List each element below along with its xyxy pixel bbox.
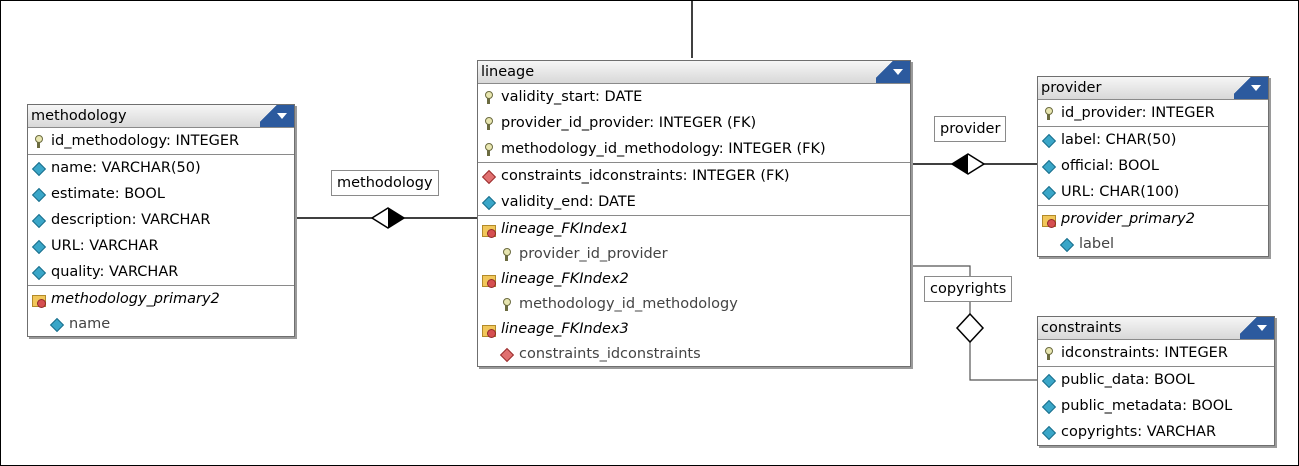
key-icon <box>1042 346 1055 360</box>
index-row[interactable]: lineage_FKIndex3 <box>478 316 910 342</box>
chevron-down-icon[interactable] <box>260 105 294 127</box>
column-row[interactable]: id_methodology: INTEGER <box>28 128 294 154</box>
index-row[interactable]: provider_primary2 <box>1038 206 1268 232</box>
attribute-icon <box>1042 426 1055 439</box>
entity-title: constraints <box>1041 320 1122 336</box>
attribute-icon <box>1042 186 1055 199</box>
column-row[interactable]: public_data: BOOL <box>1038 367 1274 393</box>
entity-header[interactable]: provider <box>1038 77 1268 100</box>
relation-label-methodology: methodology <box>331 170 439 196</box>
relation-label-copyrights: copyrights <box>924 276 1013 302</box>
column-row[interactable]: copyrights: VARCHAR <box>1038 419 1274 445</box>
key-icon <box>482 116 495 130</box>
column-row[interactable]: constraints_idconstraints: INTEGER (FK) <box>478 163 910 189</box>
column-row[interactable]: methodology_id_methodology: INTEGER (FK) <box>478 136 910 162</box>
attribute-icon <box>32 188 45 201</box>
chevron-down-icon[interactable] <box>1234 77 1268 99</box>
index-field-row: provider_id_provider <box>478 242 910 266</box>
attribute-icon <box>32 162 45 175</box>
entity-title: lineage <box>481 64 535 80</box>
attribute-icon <box>1042 374 1055 387</box>
attribute-icon <box>50 318 63 331</box>
column-row[interactable]: URL: VARCHAR <box>28 233 294 259</box>
column-row[interactable]: estimate: BOOL <box>28 181 294 207</box>
column-row[interactable]: validity_start: DATE <box>478 84 910 110</box>
index-icon <box>482 323 496 338</box>
attribute-icon <box>32 266 45 279</box>
index-row[interactable]: methodology_primary2 <box>28 286 294 312</box>
chevron-down-icon[interactable] <box>876 61 910 83</box>
copyrights-relation-diamond <box>955 312 985 344</box>
entity-header[interactable]: methodology <box>28 105 294 128</box>
index-icon <box>1042 213 1056 228</box>
chevron-down-icon[interactable] <box>1240 317 1274 339</box>
attribute-icon <box>1042 134 1055 147</box>
index-icon <box>482 223 496 238</box>
column-row[interactable]: provider_id_provider: INTEGER (FK) <box>478 110 910 136</box>
entity-constraints[interactable]: constraints idconstraints: INTEGER publi… <box>1037 316 1275 446</box>
index-field-row: methodology_id_methodology <box>478 292 910 316</box>
attribute-icon <box>32 214 45 227</box>
key-icon <box>500 247 513 261</box>
key-icon <box>482 142 495 156</box>
index-row[interactable]: lineage_FKIndex1 <box>478 216 910 242</box>
column-row[interactable]: label: CHAR(50) <box>1038 127 1268 153</box>
key-icon <box>500 297 513 311</box>
relation-label-provider: provider <box>934 116 1007 142</box>
index-field-row: name <box>28 312 294 336</box>
entity-methodology[interactable]: methodology id_methodology: INTEGER name… <box>27 104 295 337</box>
methodology-relation-diamond-fill <box>388 208 404 228</box>
column-row[interactable]: idconstraints: INTEGER <box>1038 340 1274 366</box>
index-icon <box>32 293 46 308</box>
attribute-icon <box>1042 400 1055 413</box>
index-icon <box>482 273 496 288</box>
entity-provider[interactable]: provider id_provider: INTEGER label: CHA… <box>1037 76 1269 257</box>
entity-header[interactable]: constraints <box>1038 317 1274 340</box>
key-icon <box>1042 106 1055 120</box>
column-row[interactable]: name: VARCHAR(50) <box>28 155 294 181</box>
index-field-row: label <box>1038 232 1268 256</box>
column-row[interactable]: URL: CHAR(100) <box>1038 179 1268 205</box>
key-icon <box>32 134 45 148</box>
attribute-icon <box>1060 238 1073 251</box>
entity-title: methodology <box>31 108 127 124</box>
provider-relation-diamond-fill <box>952 154 968 174</box>
column-row[interactable]: official: BOOL <box>1038 153 1268 179</box>
attribute-icon <box>1042 160 1055 173</box>
attribute-icon <box>482 196 495 209</box>
attribute-icon <box>32 240 45 253</box>
foreign-attribute-icon <box>482 170 495 183</box>
column-row[interactable]: quality: VARCHAR <box>28 259 294 285</box>
column-row[interactable]: description: VARCHAR <box>28 207 294 233</box>
column-row[interactable]: public_metadata: BOOL <box>1038 393 1274 419</box>
index-row[interactable]: lineage_FKIndex2 <box>478 266 910 292</box>
key-icon <box>482 90 495 104</box>
column-row[interactable]: validity_end: DATE <box>478 189 910 215</box>
index-field-row: constraints_idconstraints <box>478 342 910 366</box>
entity-lineage[interactable]: lineage validity_start: DATE provider_id… <box>477 60 911 367</box>
column-row[interactable]: id_provider: INTEGER <box>1038 100 1268 126</box>
entity-header[interactable]: lineage <box>478 61 910 84</box>
foreign-attribute-icon <box>500 348 513 361</box>
entity-title: provider <box>1041 80 1102 96</box>
